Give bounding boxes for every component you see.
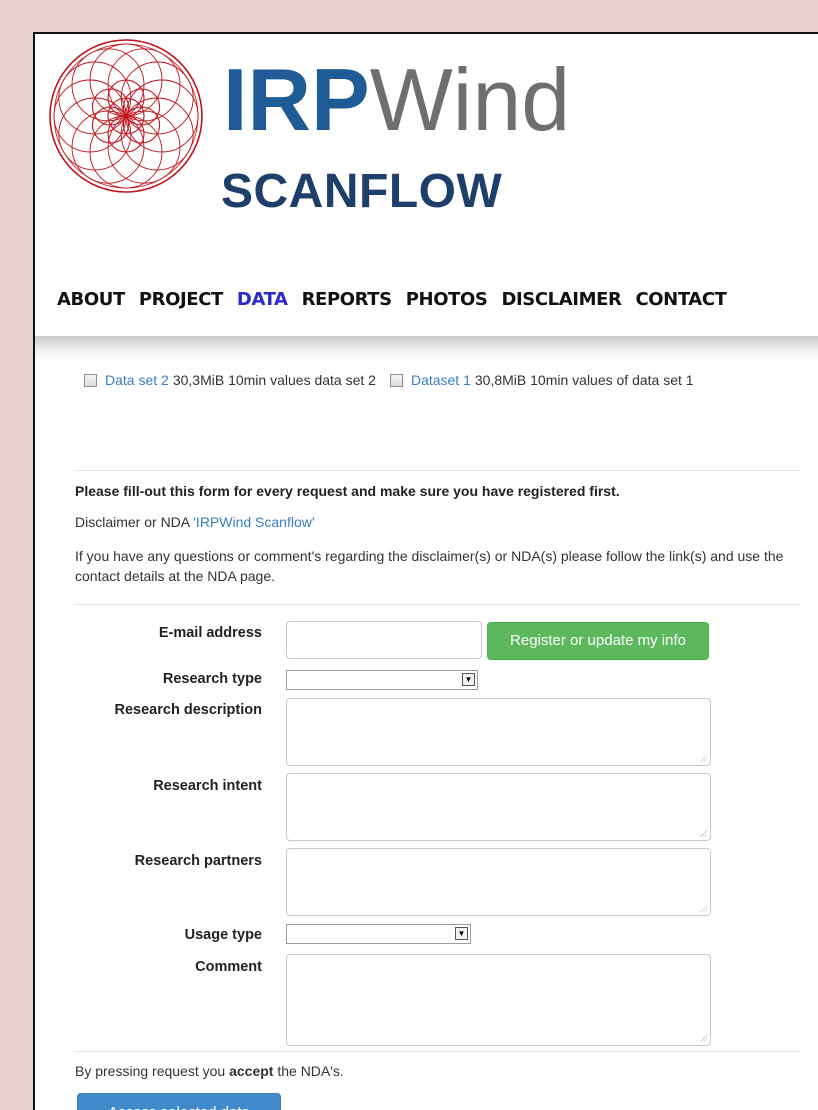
email-field[interactable] xyxy=(286,621,482,659)
brand-title-irp: IRP xyxy=(223,50,370,149)
nav-divider-shadow xyxy=(35,336,818,362)
accept-bold: accept xyxy=(229,1063,274,1079)
resize-grip-icon[interactable] xyxy=(700,1035,707,1042)
main-nav: ABOUT PROJECT DATA REPORTS PHOTOS DISCLA… xyxy=(57,289,727,310)
accept-suffix: the NDA's. xyxy=(273,1063,344,1079)
comment-label: Comment xyxy=(195,959,262,975)
questions-text: If you have any questions or comment's r… xyxy=(75,548,784,584)
nav-item-reports[interactable]: REPORTS xyxy=(302,289,393,310)
research-description-label: Research description xyxy=(114,702,262,718)
research-partners-field[interactable] xyxy=(286,848,711,916)
accept-prefix: By pressing request you xyxy=(75,1063,230,1079)
dataset-list: Data set 2 30,3MiB 10min values data set… xyxy=(84,372,702,388)
page-container: IRPWind SCANFLOW ABOUT PROJECT DATA REPO… xyxy=(33,32,818,1110)
dataset-item: Dataset 1 30,8MiB 10min values of data s… xyxy=(389,372,694,388)
email-label: E-mail address xyxy=(158,625,262,641)
nav-item-project[interactable]: PROJECT xyxy=(139,289,223,310)
research-type-label: Research type xyxy=(162,671,262,687)
usage-type-select[interactable]: ▼ xyxy=(286,924,471,944)
research-description-field[interactable] xyxy=(286,698,711,766)
flower-of-life-logo-icon xyxy=(49,39,203,193)
divider xyxy=(75,1051,800,1052)
register-button[interactable]: Register or update my info xyxy=(487,622,709,660)
divider xyxy=(75,470,800,471)
dataset-description: 30,3MiB 10min values data set 2 xyxy=(172,372,376,388)
divider xyxy=(75,604,800,605)
brand-title-wind: Wind xyxy=(369,50,571,149)
nav-item-photos[interactable]: PHOTOS xyxy=(406,289,488,310)
dataset-checkbox[interactable] xyxy=(84,373,97,387)
chevron-down-icon[interactable]: ▼ xyxy=(455,927,468,940)
research-intent-field[interactable] xyxy=(286,773,711,841)
dataset-description: 30,8MiB 10min values of data set 1 xyxy=(474,372,694,388)
nav-item-about[interactable]: ABOUT xyxy=(57,289,125,310)
usage-type-label: Usage type xyxy=(184,927,262,943)
disclaimer-link[interactable]: 'IRPWind Scanflow' xyxy=(193,514,314,530)
access-selected-data-button[interactable]: Access selected data xyxy=(77,1093,281,1110)
chevron-down-icon[interactable]: ▼ xyxy=(462,673,475,686)
resize-grip-icon[interactable] xyxy=(700,905,707,912)
dataset-item: Data set 2 30,3MiB 10min values data set… xyxy=(84,372,376,388)
nav-item-contact[interactable]: CONTACT xyxy=(635,289,726,310)
dataset-link[interactable]: Dataset 1 xyxy=(411,372,471,388)
brand-title: IRPWind xyxy=(223,56,570,144)
research-intent-label: Research intent xyxy=(153,778,262,794)
resize-grip-icon[interactable] xyxy=(700,755,707,762)
research-type-select[interactable]: ▼ xyxy=(286,670,478,690)
dataset-link[interactable]: Data set 2 xyxy=(105,372,169,388)
form-notice: Please fill-out this form for every requ… xyxy=(75,483,620,499)
nav-item-data[interactable]: DATA xyxy=(237,289,288,310)
disclaimer-line: Disclaimer or NDA 'IRPWind Scanflow' xyxy=(75,514,315,530)
comment-field[interactable] xyxy=(286,954,711,1046)
disclaimer-prefix: Disclaimer or NDA xyxy=(75,514,194,530)
accept-notice: By pressing request you accept the NDA's… xyxy=(75,1063,344,1079)
resize-grip-icon[interactable] xyxy=(700,830,707,837)
nav-item-disclaimer[interactable]: DISCLAIMER xyxy=(501,289,621,310)
dataset-checkbox[interactable] xyxy=(389,373,403,387)
research-partners-label: Research partners xyxy=(134,853,262,869)
brand-subtitle: SCANFLOW xyxy=(221,165,503,218)
